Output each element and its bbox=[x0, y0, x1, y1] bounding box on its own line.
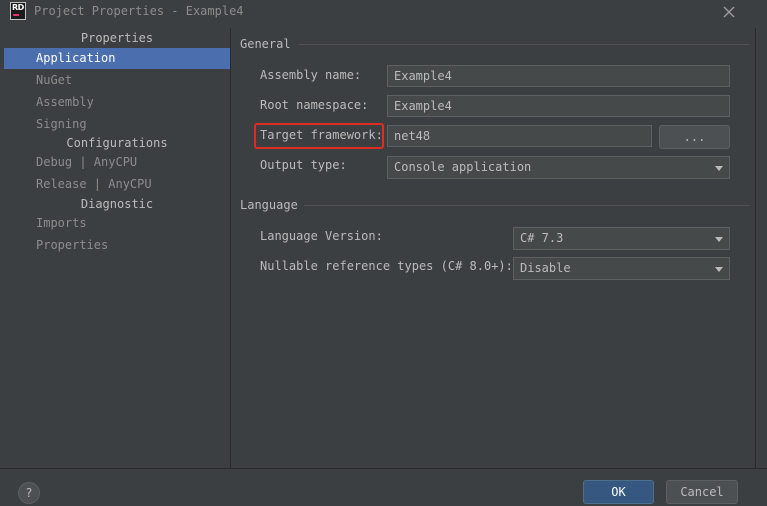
window-title: Project Properties - Example4 bbox=[34, 4, 244, 18]
output-type-select[interactable]: Console application bbox=[387, 156, 730, 179]
nullable-reference-types-value: Disable bbox=[520, 261, 571, 275]
target-framework-input[interactable]: net48 bbox=[387, 125, 652, 147]
sidebar: Properties Application NuGet Assembly Si… bbox=[4, 28, 230, 468]
close-icon[interactable] bbox=[722, 5, 736, 19]
sidebar-header-configurations: Configurations bbox=[66, 136, 168, 150]
cancel-button[interactable]: Cancel bbox=[666, 480, 738, 504]
nullable-reference-types-select[interactable]: Disable bbox=[513, 257, 730, 280]
logo-text: RD bbox=[12, 3, 24, 12]
sidebar-item-signing[interactable]: Signing bbox=[4, 114, 230, 135]
root-namespace-input[interactable]: Example4 bbox=[387, 95, 730, 117]
dialog-footer: ? OK Cancel bbox=[0, 468, 767, 506]
title-bar: RD Project Properties - Example4 bbox=[0, 0, 767, 24]
logo-bar bbox=[13, 14, 19, 16]
nullable-reference-types-label: Nullable reference types (C# 8.0+): bbox=[260, 259, 513, 273]
output-type-value: Console application bbox=[394, 160, 532, 174]
rider-logo-icon: RD bbox=[10, 2, 26, 20]
browse-framework-button[interactable]: ... bbox=[659, 125, 730, 149]
target-framework-highlight bbox=[254, 123, 384, 149]
language-version-label: Language Version: bbox=[260, 229, 383, 243]
root-namespace-label: Root namespace: bbox=[260, 98, 369, 112]
sidebar-item-nuget[interactable]: NuGet bbox=[4, 70, 230, 91]
sidebar-item-debug-anycpu[interactable]: Debug | AnyCPU bbox=[4, 152, 230, 173]
chevron-down-icon bbox=[715, 237, 723, 242]
help-button[interactable]: ? bbox=[18, 482, 40, 504]
sidebar-item-release-anycpu[interactable]: Release | AnyCPU bbox=[4, 174, 230, 195]
section-divider-language bbox=[304, 205, 750, 206]
chevron-down-icon bbox=[715, 267, 723, 272]
sidebar-item-properties[interactable]: Properties bbox=[4, 235, 230, 256]
assembly-name-label: Assembly name: bbox=[260, 68, 362, 82]
ok-button[interactable]: OK bbox=[583, 480, 654, 504]
section-divider-general bbox=[298, 44, 750, 45]
sidebar-item-imports[interactable]: Imports bbox=[4, 213, 230, 234]
output-type-label: Output type: bbox=[260, 158, 347, 172]
project-properties-window: RD Project Properties - Example4 Propert… bbox=[0, 0, 767, 506]
sidebar-item-application[interactable]: Application bbox=[4, 48, 230, 69]
sidebar-item-assembly[interactable]: Assembly bbox=[4, 92, 230, 113]
language-version-select[interactable]: C# 7.3 bbox=[513, 227, 730, 250]
language-version-value: C# 7.3 bbox=[520, 231, 564, 245]
chevron-down-icon bbox=[715, 166, 723, 171]
sidebar-header-diagnostic: Diagnostic bbox=[80, 197, 154, 211]
sidebar-header-properties: Properties bbox=[80, 31, 154, 45]
section-title-general: General bbox=[240, 37, 291, 51]
right-strip bbox=[755, 28, 767, 468]
assembly-name-input[interactable]: Example4 bbox=[387, 65, 730, 87]
section-title-language: Language bbox=[240, 198, 298, 212]
